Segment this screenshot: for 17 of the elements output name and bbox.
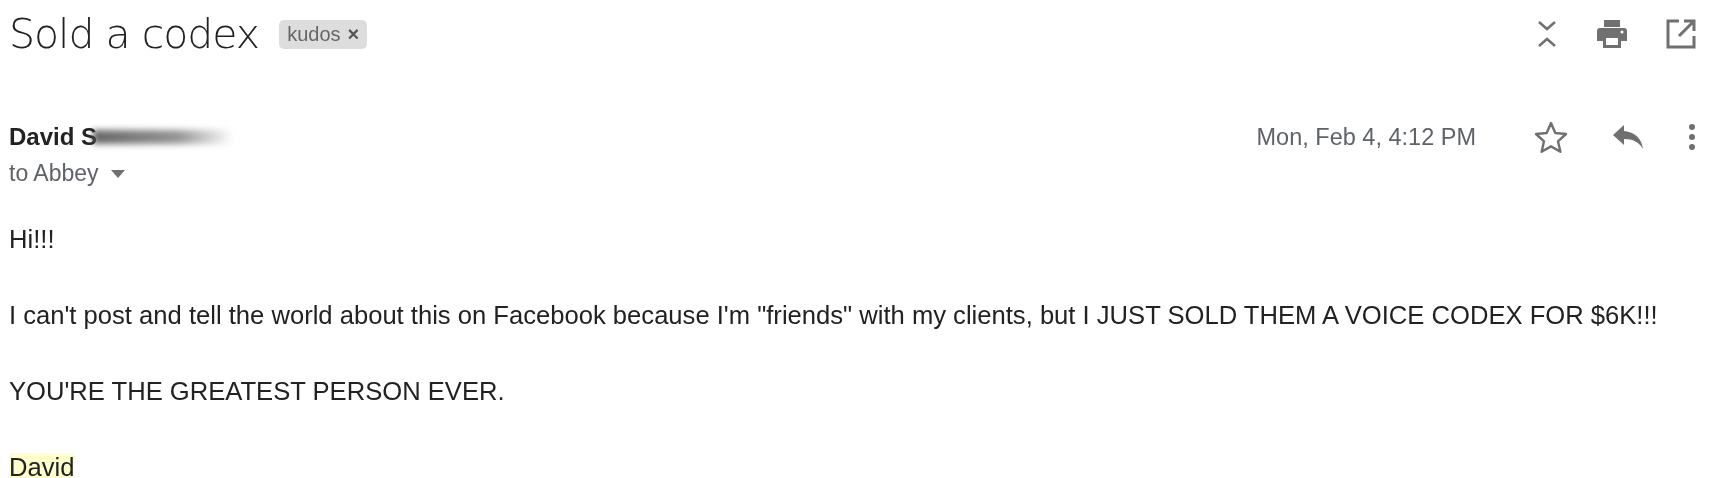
message-date: Mon, Feb 4, 4:12 PM: [1256, 123, 1476, 151]
body-paragraph: YOU'RE THE GREATEST PERSON EVER.: [9, 377, 506, 406]
dropdown-caret-icon[interactable]: [110, 169, 125, 178]
recipient-text: to Abbey: [9, 160, 99, 187]
star-icon[interactable]: [1534, 121, 1568, 153]
highlighted-signature: David: [9, 453, 75, 478]
remove-label-button[interactable]: ×: [347, 22, 360, 46]
email-subject: Sold a codex: [9, 10, 260, 58]
body-paragraph: Hi!!!: [9, 225, 56, 254]
more-options-icon[interactable]: [1688, 123, 1696, 151]
label-text: kudos: [287, 22, 341, 46]
print-icon[interactable]: [1596, 18, 1628, 50]
body-paragraph: I can't post and tell the world about this on Facebook because I'm "friends" with my clients, but I JUST SOLD THEM A VOICE CODEX FOR $6K!!!: [9, 301, 1659, 330]
open-in-new-window-icon[interactable]: [1666, 19, 1696, 49]
reply-icon[interactable]: [1612, 124, 1644, 150]
sender-name: David S: [9, 123, 98, 151]
collapse-all-icon[interactable]: [1536, 19, 1558, 49]
